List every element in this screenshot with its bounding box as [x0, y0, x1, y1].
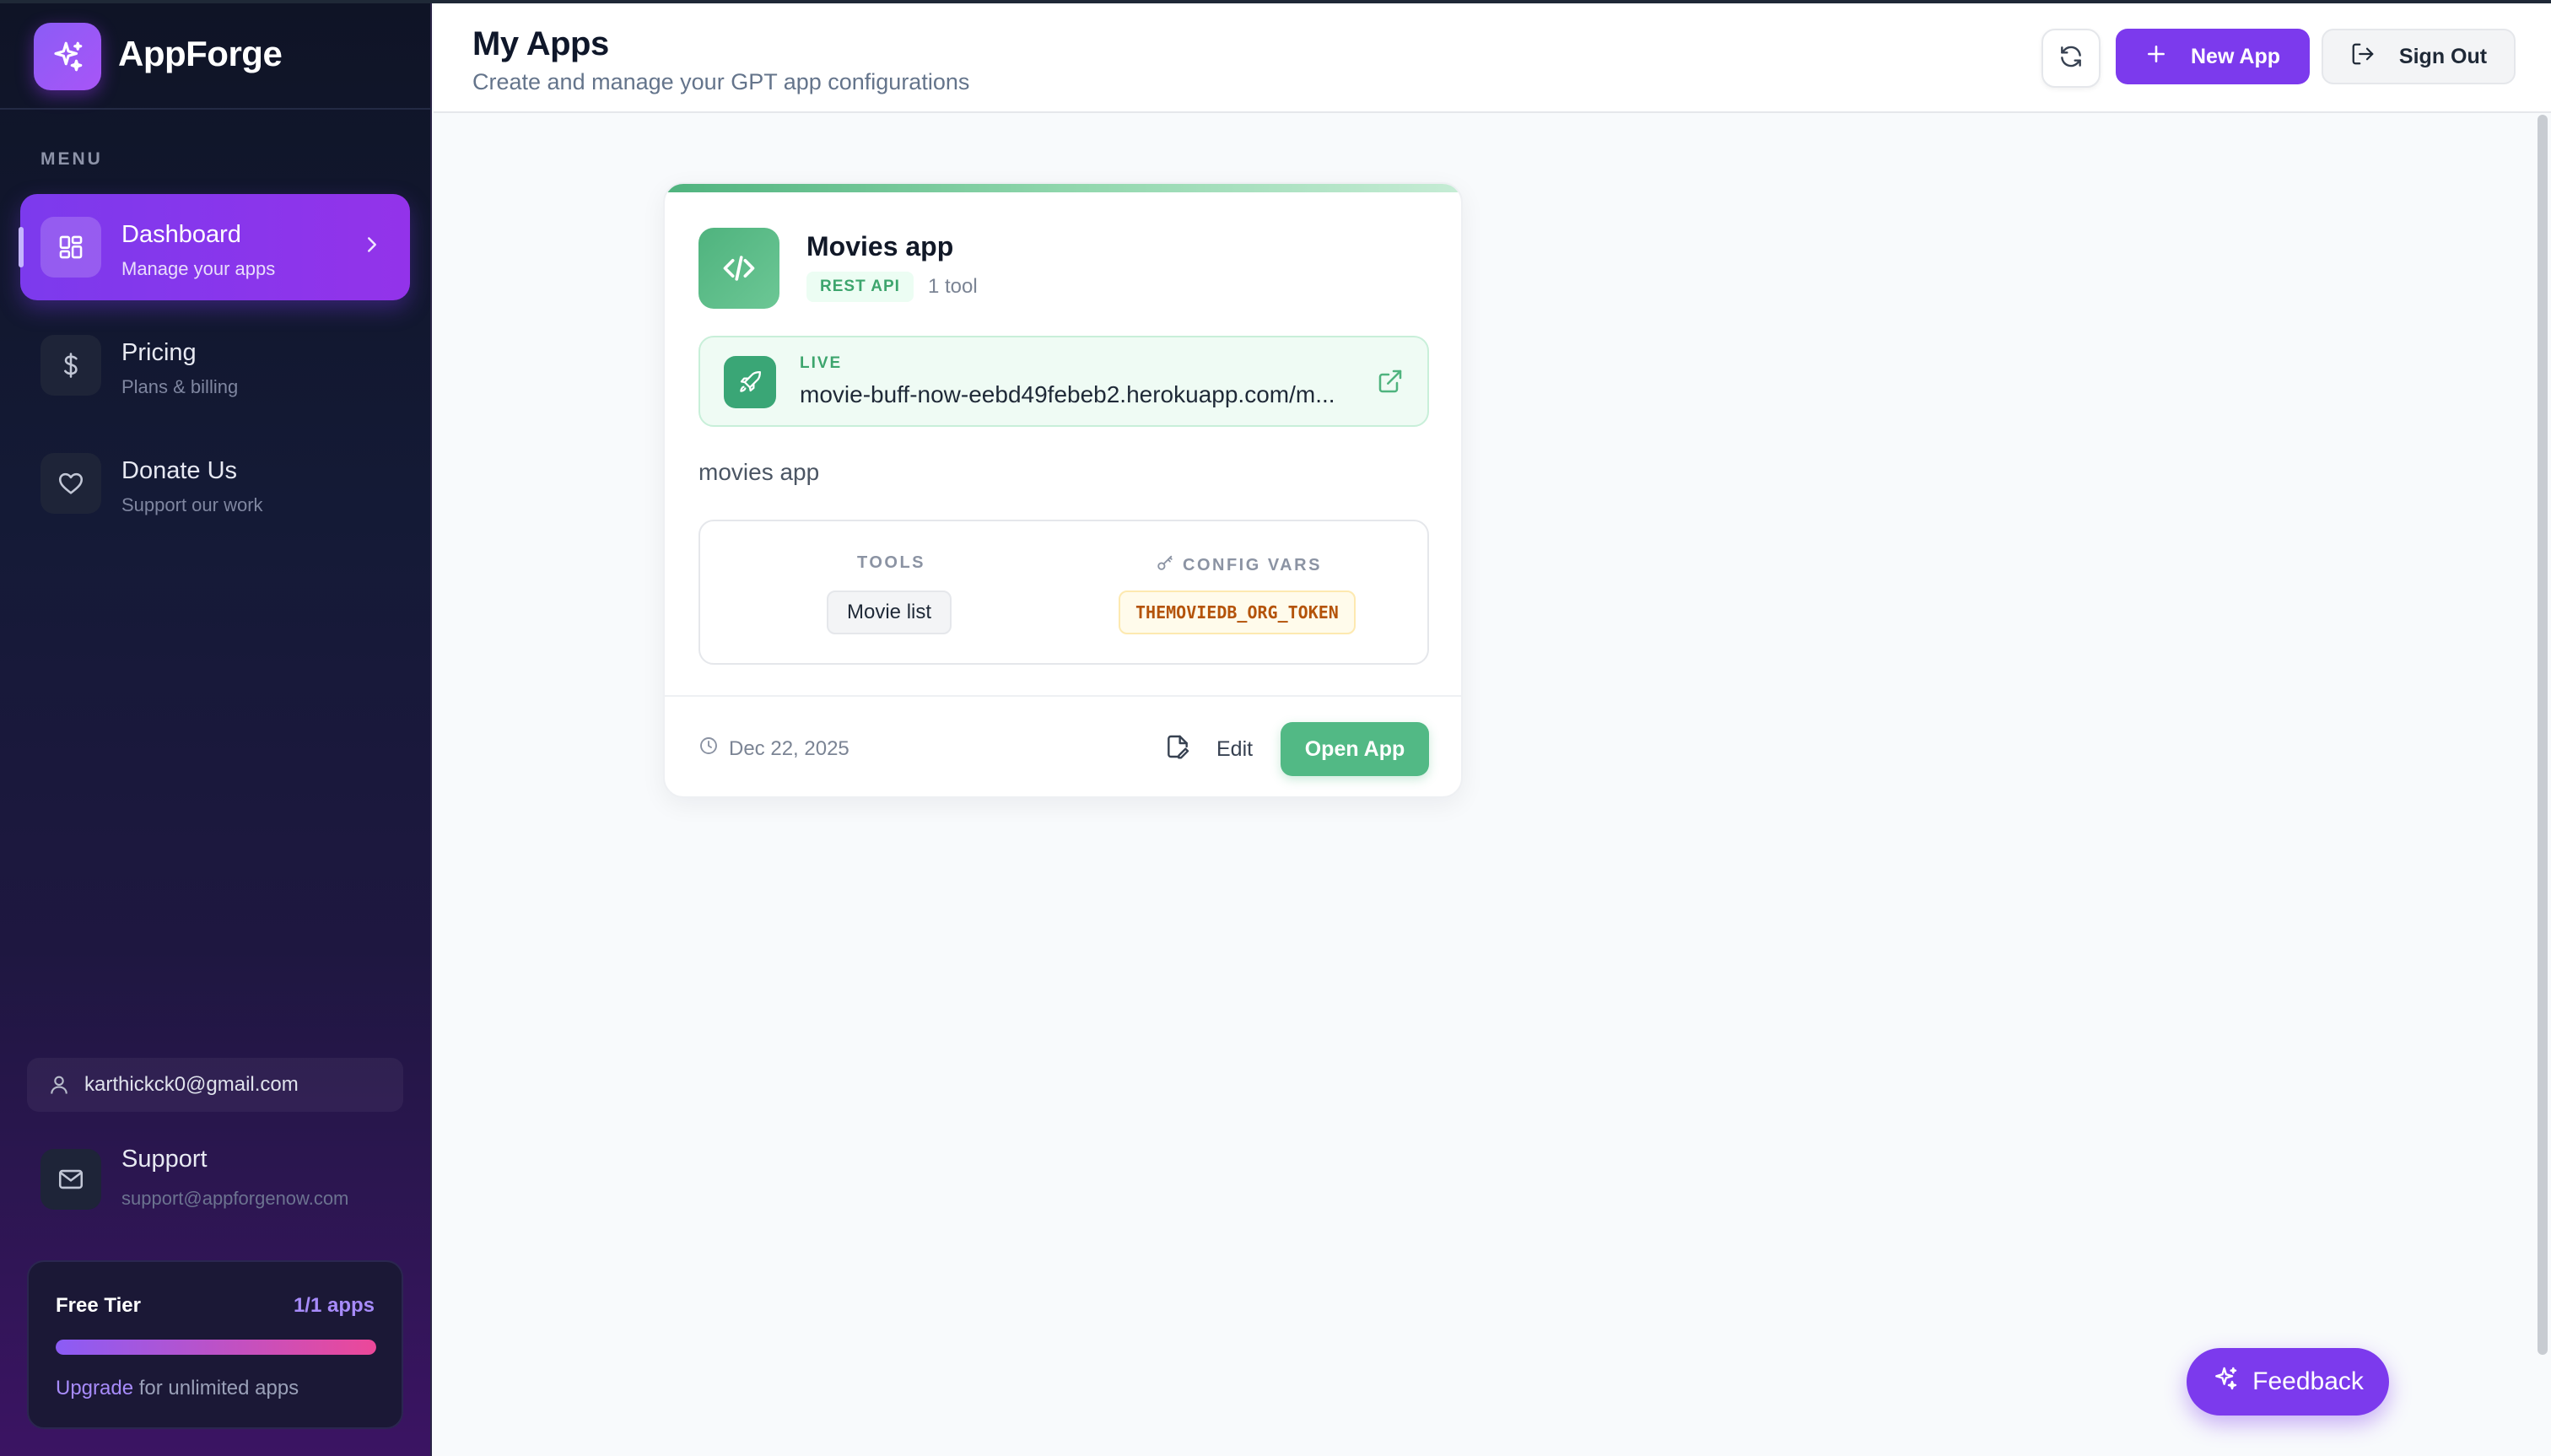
menu-section-label: MENU: [40, 149, 103, 169]
new-app-label: New App: [2190, 44, 2281, 68]
edit-label: Edit: [1216, 736, 1254, 761]
new-app-button[interactable]: New App: [2116, 29, 2310, 84]
app-type-badge: REST API: [806, 272, 914, 302]
rocket-icon: [724, 356, 776, 408]
sidebar-item-label: Pricing: [121, 339, 197, 366]
mail-icon: [40, 1149, 101, 1210]
sidebar-item-sublabel: Support our work: [121, 494, 263, 515]
tools-label-text: TOOLS: [857, 553, 926, 572]
live-deployment: LIVE movie-buff-now-eebd49febeb2.herokua…: [698, 336, 1429, 427]
page-title: My Apps: [472, 25, 609, 62]
plan-usage-bar: [56, 1340, 376, 1355]
refresh-icon: [2058, 43, 2084, 74]
sidebar-item-sublabel: Manage your apps: [121, 258, 276, 279]
card-footer: Dec 22, 2025 Edit Open App: [665, 695, 1461, 796]
config-vars-label-text: CONFIG VARS: [1183, 555, 1322, 574]
chevron-right-icon: [359, 232, 385, 262]
plus-icon: [2145, 43, 2167, 71]
sign-out-label: Sign Out: [2398, 44, 2488, 68]
sidebar: AppForge MENU Dashboard Manage your apps…: [0, 0, 432, 1456]
feedback-label: Feedback: [2252, 1367, 2364, 1395]
edit-button[interactable]: Edit: [1154, 722, 1263, 776]
external-link-icon[interactable]: [1377, 368, 1404, 399]
page-header: My Apps Create and manage your GPT app c…: [434, 3, 2551, 113]
config-vars-label: CONFIG VARS: [1156, 553, 1322, 577]
upgrade-note-text: for unlimited apps: [133, 1377, 299, 1399]
logout-icon: [2350, 41, 2376, 73]
heart-icon: [40, 453, 101, 514]
upgrade-note: Upgrade for unlimited apps: [56, 1377, 299, 1400]
active-indicator: [19, 227, 24, 267]
app-description: movies app: [698, 459, 820, 485]
sparkle-icon: [2212, 1365, 2239, 1399]
support-title: Support: [121, 1146, 208, 1173]
grid-icon: [40, 217, 101, 278]
user-icon: [47, 1073, 71, 1097]
sidebar-item-sublabel: Plans & billing: [121, 376, 239, 397]
open-app-button[interactable]: Open App: [1281, 722, 1429, 776]
plan-usage-fill: [56, 1340, 376, 1355]
support-email: support@appforgenow.com: [121, 1188, 349, 1209]
sidebar-item-dashboard[interactable]: Dashboard Manage your apps: [19, 194, 410, 300]
tools-label: TOOLS: [857, 553, 925, 573]
dollar-icon: [40, 335, 101, 396]
brand: AppForge: [0, 0, 432, 110]
plan-name: Free Tier: [56, 1294, 141, 1317]
window-top-border: [0, 0, 2551, 3]
user-email: karthickck0@gmail.com: [84, 1073, 299, 1096]
clock-icon: [698, 736, 719, 762]
app-date-text: Dec 22, 2025: [729, 736, 849, 760]
live-url[interactable]: movie-buff-now-eebd49febeb2.herokuapp.co…: [800, 381, 1356, 408]
upgrade-link[interactable]: Upgrade: [56, 1377, 133, 1399]
app-name: Movies app: [806, 231, 954, 262]
config-var-chip: THEMOVIEDB_ORG_TOKEN: [1119, 590, 1356, 634]
user-account[interactable]: karthickck0@gmail.com: [27, 1058, 403, 1112]
sidebar-item-pricing[interactable]: Pricing Plans & billing: [20, 312, 410, 418]
plan-usage-card: Free Tier 1/1 apps Upgrade for unlimited…: [27, 1260, 403, 1429]
tool-chip[interactable]: Movie list: [827, 590, 952, 634]
code-icon: [698, 228, 779, 309]
page-subtitle: Create and manage your GPT app configura…: [472, 69, 970, 94]
app-card: Movies app REST API 1 tool LIVE movie-bu…: [663, 182, 1463, 798]
edit-file-icon: [1164, 733, 1191, 766]
sidebar-item-donate[interactable]: Donate Us Support our work: [20, 430, 410, 537]
app-details: TOOLS Movie list CONFIG VARS THEMOVIEDB_…: [698, 520, 1429, 665]
sidebar-item-label: Donate Us: [121, 457, 238, 484]
scrollbar[interactable]: [2538, 115, 2548, 1355]
sign-out-button[interactable]: Sign Out: [2322, 29, 2516, 84]
support-link[interactable]: Support support@appforgenow.com: [20, 1135, 410, 1228]
brand-name: AppForge: [118, 34, 283, 73]
app-tool-count: 1 tool: [928, 275, 978, 298]
feedback-button[interactable]: Feedback: [2187, 1348, 2389, 1416]
key-icon: [1156, 553, 1174, 577]
sidebar-item-label: Dashboard: [121, 221, 241, 248]
sparkle-logo-icon[interactable]: [34, 23, 101, 90]
app-date: Dec 22, 2025: [698, 736, 849, 762]
live-status-label: LIVE: [800, 354, 843, 372]
plan-app-count: 1/1 apps: [293, 1294, 375, 1317]
card-accent-bar: [665, 184, 1461, 192]
refresh-button[interactable]: [2041, 29, 2101, 88]
